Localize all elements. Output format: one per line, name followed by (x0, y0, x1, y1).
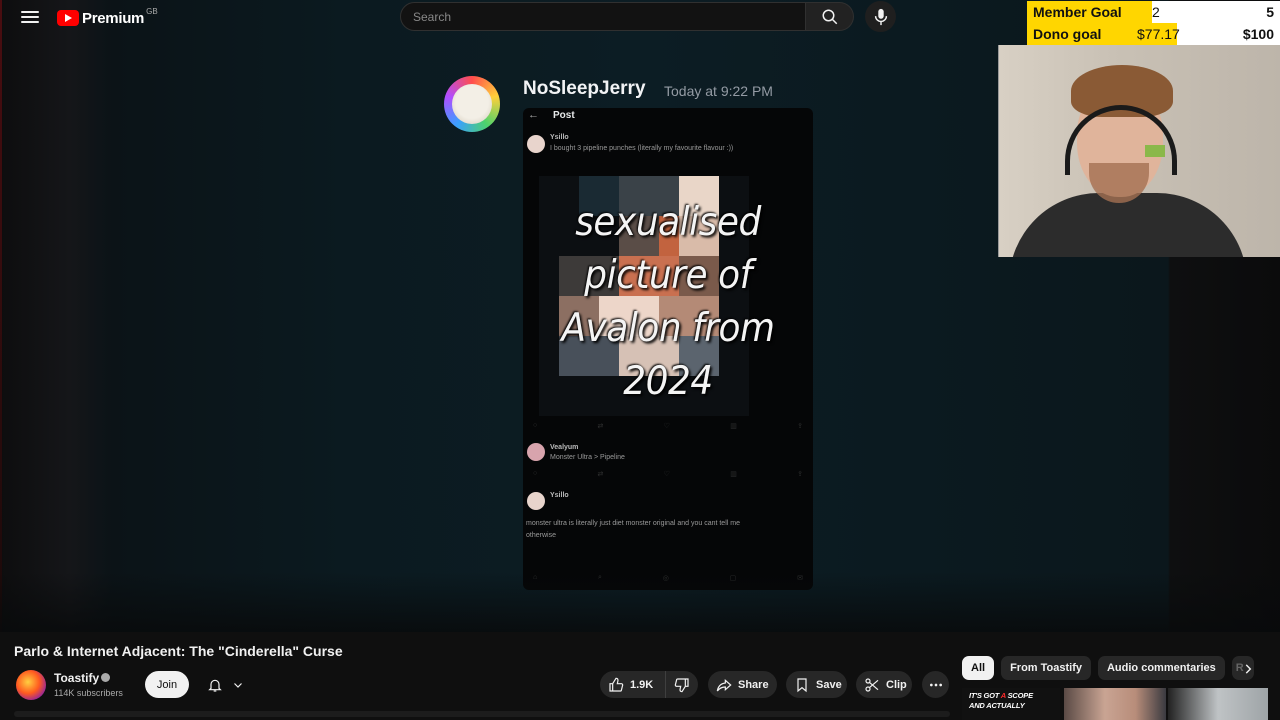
thumbs-down-icon (674, 677, 689, 692)
reply-text: monster ultra is literally just diet mon… (526, 520, 740, 527)
like-dislike-group: 1.9K (600, 671, 698, 698)
thumbnail-caption: IT'S GOT A SCOPE AND ACTUALLY (969, 691, 1033, 711)
region-code: GB (146, 6, 158, 16)
reply-avatar (527, 443, 545, 461)
channel-avatar[interactable] (16, 670, 46, 700)
bookmark-icon (797, 677, 807, 692)
chip-audio-commentaries[interactable]: Audio commentaries (1097, 656, 1225, 680)
search-input[interactable] (401, 3, 805, 30)
brand-name: Premium (82, 9, 145, 27)
caption-line: 2024 (623, 359, 713, 404)
save-label: Save (816, 678, 842, 691)
thumbs-up-icon (609, 677, 624, 692)
related-video-thumbnail[interactable]: IT'S GOT A SCOPE AND ACTUALLY (962, 688, 1060, 720)
thumbnail-text: AND ACTUALLY (969, 701, 1025, 710)
post-avatar (527, 135, 545, 153)
thumbnail-text: SCOPE (1005, 691, 1033, 700)
chip-from-toastify[interactable]: From Toastify (1001, 656, 1091, 680)
video-caption-overlay: sexualised picture of Avalon from 2024 (535, 196, 802, 408)
video-title: Parlo & Internet Adjacent: The "Cinderel… (14, 643, 343, 659)
hamburger-menu-icon[interactable] (20, 8, 40, 28)
reply-text: Monster Ultra > Pipeline (550, 454, 625, 461)
thumbnail-text: IT'S GOT (969, 691, 1001, 700)
caption-line: sexualised (575, 200, 761, 245)
chips-next-button[interactable] (1236, 657, 1260, 681)
post-header: Post (553, 110, 575, 121)
message-username: NoSleepJerry (523, 78, 646, 99)
chevron-down-icon (233, 682, 242, 688)
reply-avatar (527, 492, 545, 510)
player-shadow (0, 572, 1280, 632)
microphone-icon (874, 8, 887, 25)
bottom-scroll-track (14, 711, 950, 717)
voice-search-button[interactable] (865, 1, 896, 32)
post-actions: ○ ⇄ ♡ ▥ ⇪ (533, 422, 803, 430)
share-button[interactable]: Share (708, 671, 777, 698)
member-goal-target: 5 (1266, 4, 1274, 20)
dono-goal: Dono goal $77.17 $100 (1027, 23, 1280, 45)
scissors-icon (865, 677, 879, 692)
caption-line: picture of (584, 253, 752, 298)
member-goal-current: 2 (1152, 4, 1160, 20)
stream-goals-overlay: Member Goal 2 5 Dono goal $77.17 $100 (1027, 0, 1280, 45)
reply-actions: ○ ⇄ ♡ ▥ ⇪ (533, 470, 803, 478)
caption-line: Avalon from (561, 306, 775, 351)
notifications-button[interactable] (196, 671, 254, 698)
message-avatar (444, 76, 500, 132)
subscriber-count: 114K subscribers (54, 688, 123, 698)
back-arrow-icon: ← (528, 109, 539, 121)
chip-all[interactable]: All (962, 656, 995, 680)
cat-avatar-image (452, 84, 492, 124)
headset-mic (1145, 145, 1165, 157)
related-video-thumbnail[interactable] (1168, 688, 1268, 720)
like-button[interactable]: 1.9K (600, 671, 666, 698)
dislike-button[interactable] (666, 671, 698, 698)
bell-icon (207, 679, 222, 692)
reply-username: Vealyum (550, 444, 579, 451)
dono-goal-target: $100 (1242, 26, 1274, 42)
post-username: Ysillo (550, 134, 569, 141)
share-label: Share (738, 678, 769, 691)
search-icon (822, 9, 837, 24)
more-actions-button[interactable] (922, 671, 949, 698)
search-field (400, 2, 806, 31)
dono-goal-current: $77.17 (1137, 26, 1180, 42)
channel-name[interactable]: Toastify (54, 671, 99, 685)
message-timestamp: Today at 9:22 PM (664, 83, 773, 99)
webcam-shirt (1009, 193, 1247, 257)
youtube-premium-logo[interactable]: Premium GB (57, 6, 158, 28)
related-video-thumbnail[interactable] (1064, 688, 1166, 720)
like-count: 1.9K (630, 678, 654, 691)
member-goal: Member Goal 2 5 (1027, 1, 1280, 23)
join-button[interactable]: Join (145, 671, 189, 698)
save-button[interactable]: Save (786, 671, 847, 698)
member-goal-label: Member Goal (1033, 4, 1122, 20)
search-button[interactable] (806, 2, 854, 31)
chevron-right-icon (1245, 664, 1252, 674)
player-edge (0, 0, 2, 632)
clip-button[interactable]: Clip (856, 671, 912, 698)
streamer-webcam (998, 45, 1280, 257)
reply-text: otherwise (526, 532, 556, 539)
reply-username: Ysillo (550, 492, 569, 499)
more-horizontal-icon (929, 683, 942, 686)
verified-badge-icon (101, 673, 110, 682)
youtube-play-icon (57, 10, 79, 26)
dono-goal-label: Dono goal (1033, 26, 1102, 42)
clip-label: Clip (886, 678, 907, 691)
share-icon (716, 678, 732, 691)
post-text: I bought 3 pipeline punches (literally m… (550, 145, 734, 152)
phone-screenshot: ← Post Ysillo I bought 3 pipeline punche… (523, 108, 813, 590)
related-filter-chips: All From Toastify Audio commentaries R (962, 656, 1261, 680)
